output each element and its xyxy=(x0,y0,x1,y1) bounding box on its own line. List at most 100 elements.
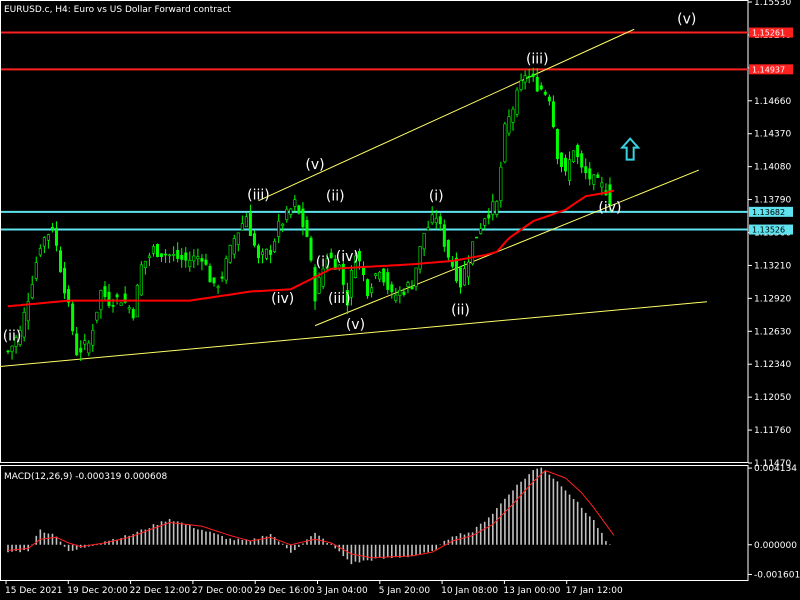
candle-body xyxy=(42,237,46,247)
macd-bar xyxy=(253,538,256,545)
macd-bar xyxy=(572,499,575,545)
candle-body xyxy=(200,258,204,262)
candle-body xyxy=(91,329,95,346)
candle-body xyxy=(204,259,208,265)
wave-label: (i) xyxy=(429,189,444,205)
wave-label: (i) xyxy=(316,255,331,271)
macd-bar xyxy=(419,544,421,555)
candle-body xyxy=(164,253,168,256)
macd-bar xyxy=(439,544,442,546)
macd-bar xyxy=(19,544,21,553)
support-badge-label: 1.13682 xyxy=(752,208,785,217)
macd-bar xyxy=(233,540,236,545)
candle-body xyxy=(539,85,543,90)
macd-bar xyxy=(7,544,9,553)
candle-body xyxy=(559,152,563,168)
candle-body xyxy=(139,264,143,296)
macd-bar xyxy=(504,498,506,545)
macd-bar xyxy=(528,474,530,545)
candle-body xyxy=(479,228,483,234)
macd-bar xyxy=(366,544,369,561)
price-tick-label: 1.14370 xyxy=(754,130,791,140)
candle-body xyxy=(495,201,499,215)
macd-tick-label: 0.000000 xyxy=(754,541,797,551)
resistance-badge-label: 1.15261 xyxy=(752,29,785,38)
candle-body xyxy=(515,89,519,115)
candle-body xyxy=(414,267,418,287)
candle-body xyxy=(176,249,180,259)
macd-bar xyxy=(67,544,70,552)
macd-bar xyxy=(540,467,543,545)
candle-body xyxy=(596,174,600,178)
macd-bar xyxy=(63,544,66,547)
candle-body xyxy=(434,217,438,223)
macd-bar xyxy=(294,544,296,551)
macd-tick-label: 0.004134 xyxy=(754,464,797,474)
candle-body xyxy=(265,248,269,259)
price-tick-label: 1.13790 xyxy=(754,196,791,206)
candle-body xyxy=(422,232,426,250)
macd-bar xyxy=(362,544,365,561)
macd-bar xyxy=(201,529,203,545)
macd-bar xyxy=(277,541,280,545)
macd-bar xyxy=(556,481,559,545)
macd-bar xyxy=(217,534,219,545)
candle-body xyxy=(487,214,491,219)
candle-body xyxy=(184,252,188,261)
wave-label: (iv) xyxy=(271,291,294,307)
price-tick-label: 1.12340 xyxy=(754,360,791,370)
macd-bar xyxy=(576,501,579,545)
candle-body xyxy=(46,234,50,241)
macd-bar xyxy=(544,471,547,545)
candle-body xyxy=(418,246,422,270)
macd-bar xyxy=(51,533,54,545)
candle-body xyxy=(34,262,38,279)
candle-body xyxy=(160,253,164,257)
candle-body xyxy=(511,108,515,123)
candle-body xyxy=(568,159,572,181)
price-tick-label: 1.15530 xyxy=(754,0,791,8)
wave-label: (ii) xyxy=(451,302,470,318)
candle-body xyxy=(527,76,531,78)
macd-bar xyxy=(391,544,393,558)
macd-bar xyxy=(492,513,494,545)
macd-bar xyxy=(302,543,304,545)
macd-bar xyxy=(47,533,50,545)
candle-body xyxy=(382,268,386,283)
macd-bar xyxy=(330,543,332,545)
macd-bar xyxy=(298,544,300,547)
chart-canvas[interactable]: (ii)(iii)(iv)(v)(ii)(i) (iv)(iii)(v)(i)(i… xyxy=(0,0,800,600)
macd-bar xyxy=(487,517,490,545)
macd-bar xyxy=(483,521,486,545)
macd-bar xyxy=(423,544,425,553)
macd-bar xyxy=(306,539,308,545)
macd-bar xyxy=(378,544,381,558)
candle-body xyxy=(572,150,576,163)
macd-bar xyxy=(374,544,377,559)
time-tick-label: 3 Jan 04:00 xyxy=(317,586,369,596)
macd-bar xyxy=(156,524,159,545)
macd-bar xyxy=(524,478,526,545)
candle-body xyxy=(531,73,535,77)
candle-body xyxy=(547,96,551,102)
candle-body xyxy=(22,312,26,338)
time-tick-label: 22 Dec 12:00 xyxy=(130,586,191,596)
candle-body xyxy=(471,241,475,265)
candle-body xyxy=(503,123,507,163)
macd-bar xyxy=(399,544,401,558)
candle-body xyxy=(244,216,248,228)
macd-bar xyxy=(564,490,567,545)
candle-body xyxy=(75,333,79,356)
macd-bar xyxy=(496,508,498,545)
price-tick-label: 1.12050 xyxy=(754,393,791,403)
candle-body xyxy=(378,271,382,280)
candle-body xyxy=(236,232,240,245)
macd-bar xyxy=(431,544,433,551)
candle-body xyxy=(256,245,260,259)
macd-bar xyxy=(180,522,183,545)
candle-body xyxy=(208,265,212,283)
macd-bar xyxy=(261,535,264,545)
macd-bar xyxy=(205,531,207,545)
time-tick-label: 27 Dec 00:00 xyxy=(192,586,253,596)
candle-body xyxy=(600,182,604,188)
